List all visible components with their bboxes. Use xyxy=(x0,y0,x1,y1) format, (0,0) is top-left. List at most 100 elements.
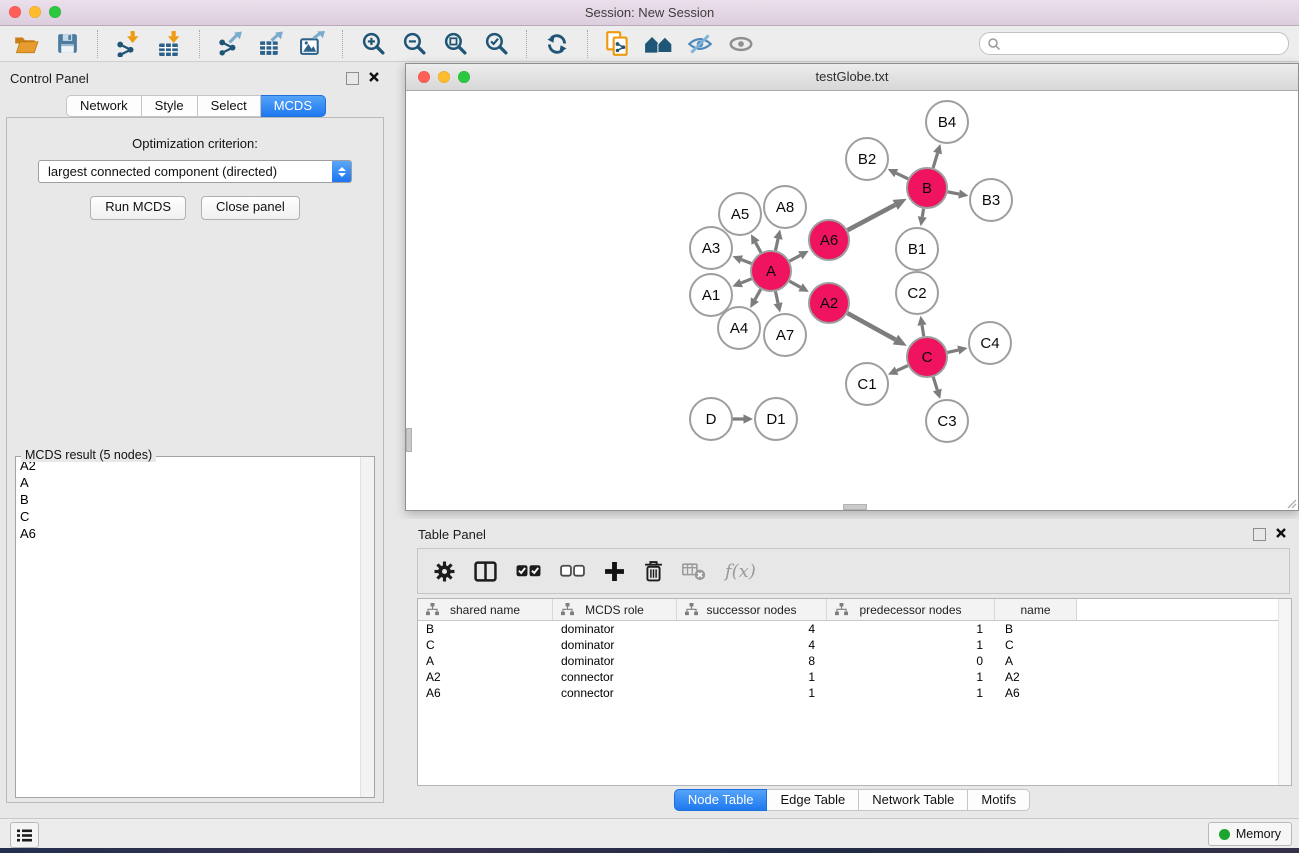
edge-A-A8[interactable] xyxy=(775,239,778,251)
table-cell[interactable]: dominator xyxy=(553,637,677,653)
table-cell[interactable]: 4 xyxy=(677,637,827,653)
zoom-out-button[interactable] xyxy=(398,29,430,59)
resize-grip-icon[interactable] xyxy=(1285,497,1297,509)
edge-A-A5[interactable] xyxy=(756,243,761,253)
task-history-button[interactable] xyxy=(10,822,39,848)
table-cell[interactable]: connector xyxy=(553,685,677,701)
table-cell[interactable]: 1 xyxy=(677,685,827,701)
close-network-window-button[interactable] xyxy=(418,71,430,83)
search-field[interactable] xyxy=(979,32,1289,55)
close-panel-icon[interactable] xyxy=(368,71,380,83)
column-header-MCDS-role[interactable]: MCDS role xyxy=(553,599,677,620)
table-cell[interactable]: 1 xyxy=(827,685,995,701)
table-row[interactable]: Bdominator41B xyxy=(418,621,1291,637)
duplicate-network-button[interactable] xyxy=(602,29,634,59)
table-row[interactable]: Adominator80A xyxy=(418,653,1291,669)
float-panel-icon[interactable] xyxy=(346,72,359,85)
export-table-button[interactable] xyxy=(255,29,287,59)
column-header-name[interactable]: name xyxy=(995,599,1077,620)
column-header-predecessor-nodes[interactable]: predecessor nodes xyxy=(827,599,995,620)
edge-C-C1[interactable] xyxy=(897,366,908,371)
refresh-button[interactable] xyxy=(541,29,573,59)
function-builder-icon[interactable]: f(x) xyxy=(725,561,756,582)
edge-A-A1[interactable] xyxy=(741,279,751,283)
open-session-button[interactable] xyxy=(10,29,42,59)
close-table-panel-icon[interactable] xyxy=(1275,527,1287,539)
edge-A2-C[interactable] xyxy=(847,313,895,339)
zoom-window-button[interactable] xyxy=(49,6,61,18)
close-panel-button[interactable]: Close panel xyxy=(201,196,300,220)
select-all-checkboxes-icon[interactable] xyxy=(516,562,541,580)
split-columns-icon[interactable] xyxy=(474,561,497,582)
deselect-all-checkboxes-icon[interactable] xyxy=(560,562,585,580)
eye-slash-button[interactable] xyxy=(684,29,716,59)
table-cell[interactable]: dominator xyxy=(553,621,677,637)
horizontal-scroll-thumb[interactable] xyxy=(843,504,867,510)
run-mcds-button[interactable]: Run MCDS xyxy=(90,196,186,220)
vertical-scroll-thumb[interactable] xyxy=(406,428,412,452)
edge-B-B2[interactable] xyxy=(896,173,908,179)
result-item[interactable]: B xyxy=(16,491,374,508)
add-column-icon[interactable] xyxy=(604,561,625,582)
table-cell[interactable]: 8 xyxy=(677,653,827,669)
criterion-dropdown[interactable]: largest connected component (directed) xyxy=(38,160,352,183)
table-cell[interactable]: C xyxy=(418,637,553,653)
tab-network[interactable]: Network xyxy=(66,95,142,117)
tab-mcds[interactable]: MCDS xyxy=(261,95,326,117)
float-table-panel-icon[interactable] xyxy=(1253,528,1266,541)
import-table-button[interactable] xyxy=(153,29,185,59)
close-window-button[interactable] xyxy=(9,6,21,18)
network-graph[interactable]: B4B2BB3A5A8A6B1A3AC2A1A2A4A7C4CC1C3DD1 xyxy=(406,91,1298,510)
result-scrollbar[interactable] xyxy=(360,457,374,797)
houses-button[interactable] xyxy=(643,29,675,59)
table-cell[interactable]: A xyxy=(995,653,1077,669)
tab-node-table[interactable]: Node Table xyxy=(674,789,768,811)
settings-gear-icon[interactable] xyxy=(434,561,455,582)
table-cell[interactable]: A2 xyxy=(995,669,1077,685)
table-cell[interactable]: B xyxy=(418,621,553,637)
result-item[interactable]: C xyxy=(16,508,374,525)
table-cell[interactable]: 1 xyxy=(677,669,827,685)
edge-A-A2[interactable] xyxy=(789,281,800,287)
minimize-network-window-button[interactable] xyxy=(438,71,450,83)
edge-C-C3[interactable] xyxy=(933,377,937,390)
zoom-fit-button[interactable] xyxy=(439,29,471,59)
column-header-successor-nodes[interactable]: successor nodes xyxy=(677,599,827,620)
eye-button[interactable] xyxy=(725,29,757,59)
edge-A-A3[interactable] xyxy=(741,260,751,264)
table-cell[interactable]: A6 xyxy=(418,685,553,701)
edge-A-A6[interactable] xyxy=(790,255,801,261)
minimize-window-button[interactable] xyxy=(29,6,41,18)
tab-select[interactable]: Select xyxy=(198,95,261,117)
zoom-network-window-button[interactable] xyxy=(458,71,470,83)
export-image-button[interactable] xyxy=(296,29,328,59)
table-cell[interactable]: connector xyxy=(553,669,677,685)
table-cell[interactable]: 1 xyxy=(827,669,995,685)
tab-edge-table[interactable]: Edge Table xyxy=(767,789,859,811)
edge-A6-B[interactable] xyxy=(848,205,896,230)
save-session-button[interactable] xyxy=(51,29,83,59)
table-row[interactable]: Cdominator41C xyxy=(418,637,1291,653)
zoom-in-button[interactable] xyxy=(357,29,389,59)
tab-network-table[interactable]: Network Table xyxy=(859,789,968,811)
edge-B-B1[interactable] xyxy=(922,209,923,217)
memory-button[interactable]: Memory xyxy=(1208,822,1292,846)
table-cell[interactable]: A xyxy=(418,653,553,669)
table-cell[interactable]: A6 xyxy=(995,685,1077,701)
edge-B-B3[interactable] xyxy=(948,192,959,194)
table-cell[interactable]: B xyxy=(995,621,1077,637)
column-header-shared-name[interactable]: shared name xyxy=(418,599,553,620)
import-network-button[interactable] xyxy=(112,29,144,59)
edge-C-C4[interactable] xyxy=(947,350,958,352)
table-cell[interactable]: dominator xyxy=(553,653,677,669)
table-cell[interactable]: 1 xyxy=(827,637,995,653)
table-cell[interactable]: 4 xyxy=(677,621,827,637)
tab-style[interactable]: Style xyxy=(142,95,198,117)
edge-A-A7[interactable] xyxy=(775,292,778,304)
delete-table-icon[interactable] xyxy=(682,561,706,581)
table-row[interactable]: A6connector11A6 xyxy=(418,685,1291,701)
result-item[interactable]: A xyxy=(16,474,374,491)
table-cell[interactable]: 1 xyxy=(827,621,995,637)
network-canvas[interactable]: B4B2BB3A5A8A6B1A3AC2A1A2A4A7C4CC1C3DD1 xyxy=(406,91,1298,510)
table-row[interactable]: A2connector11A2 xyxy=(418,669,1291,685)
